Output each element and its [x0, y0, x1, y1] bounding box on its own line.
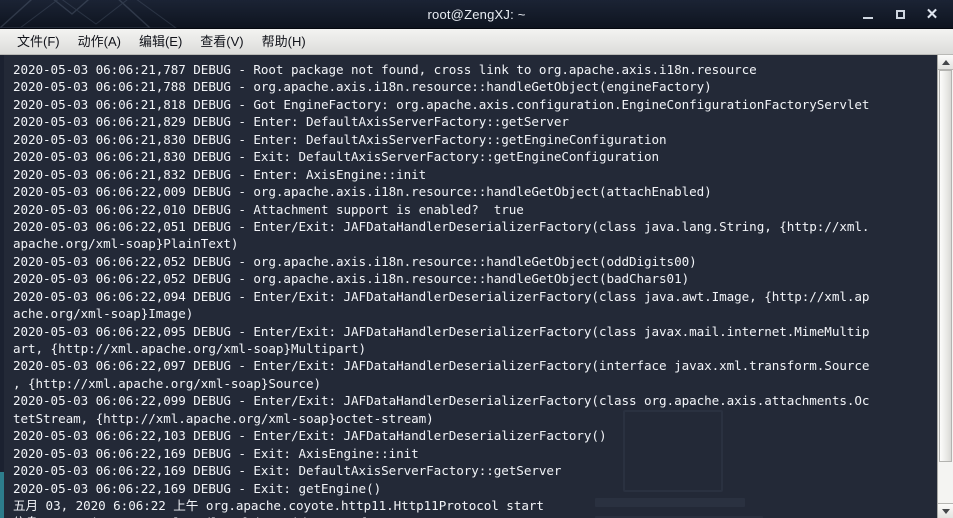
menu-item-edit[interactable]: 编辑(E) — [130, 33, 191, 50]
scrollbar-thumb[interactable] — [939, 70, 952, 462]
minimize-button[interactable] — [853, 1, 883, 27]
terminal-line: 2020-05-03 06:06:22,169 DEBUG - Exit: Ax… — [13, 445, 419, 461]
menu-item-view-label: 查看(V) — [200, 34, 244, 49]
window-title: root@ZengXJ: ~ — [427, 6, 526, 22]
terminal-line: tetStream, {http://xml.apache.org/xml-so… — [13, 410, 434, 426]
terminal-line: 五月 03, 2020 6:06:22 上午 org.apache.coyote… — [13, 497, 544, 513]
terminal-window: root@ZengXJ: ~ ✕ 文件(F) 动作(A) 编辑(E) 查看(V)… — [0, 0, 953, 518]
terminal-line: apache.org/xml-soap}PlainText) — [13, 236, 239, 252]
terminal-line: 2020-05-03 06:06:22,051 DEBUG - Enter/Ex… — [13, 218, 870, 234]
terminal-left-accent — [0, 472, 4, 518]
terminal-output-area[interactable]: 2020-05-03 06:06:21,787 DEBUG - Root pac… — [0, 55, 937, 518]
window-decoration-graphic — [0, 0, 177, 28]
terminal-line: ache.org/xml-soap}Image) — [13, 306, 194, 322]
title-bar[interactable]: root@ZengXJ: ~ ✕ — [0, 0, 953, 29]
menu-item-help-label: 帮助(H) — [261, 34, 306, 49]
chevron-down-icon — [941, 508, 950, 514]
close-icon: ✕ — [925, 5, 939, 23]
menu-item-file-label: 文件(F) — [17, 34, 60, 49]
terminal-line: 2020-05-03 06:06:21,787 DEBUG - Root pac… — [13, 62, 757, 77]
menu-item-file[interactable]: 文件(F) — [8, 33, 69, 50]
menu-item-view[interactable]: 查看(V) — [191, 33, 252, 50]
menu-item-actions-label: 动作(A) — [77, 34, 121, 49]
menu-item-actions[interactable]: 动作(A) — [69, 33, 130, 50]
maximize-icon — [895, 9, 905, 19]
terminal-line: , {http://xml.apache.org/xml-soap}Source… — [13, 375, 321, 391]
terminal-left-edge — [0, 55, 4, 518]
terminal-line: 2020-05-03 06:06:22,169 DEBUG - Exit: ge… — [13, 480, 382, 496]
terminal-line: 2020-05-03 06:06:21,830 DEBUG - Exit: De… — [13, 149, 660, 165]
terminal-line: art, {http://xml.apache.org/xml-soap}Mul… — [13, 341, 367, 356]
terminal-line: 2020-05-03 06:06:21,788 DEBUG - org.apac… — [13, 79, 712, 95]
terminal-line: 2020-05-03 06:06:22,052 DEBUG - org.apac… — [13, 253, 697, 269]
terminal-line: 信息: Starting ProtocolHandler ["http-bio-… — [13, 514, 937, 518]
terminal-scrollbar[interactable] — [937, 55, 953, 518]
chevron-up-icon — [941, 59, 950, 65]
scrollbar-down-button[interactable] — [938, 503, 953, 518]
terminal-log-lines: 2020-05-03 06:06:21,787 DEBUG - Root pac… — [13, 61, 937, 518]
terminal-line: 2020-05-03 06:06:21,832 DEBUG - Enter: A… — [13, 166, 427, 182]
maximize-button[interactable] — [885, 1, 915, 27]
terminal-line: 2020-05-03 06:06:22,052 DEBUG - org.apac… — [13, 271, 690, 287]
menu-item-edit-label: 编辑(E) — [138, 34, 183, 49]
terminal-line: 2020-05-03 06:06:21,818 DEBUG - Got Engi… — [13, 96, 870, 112]
terminal-line: 2020-05-03 06:06:22,099 DEBUG - Enter/Ex… — [13, 393, 870, 409]
menu-bar: 文件(F) 动作(A) 编辑(E) 查看(V) 帮助(H) — [0, 29, 953, 55]
terminal-line: 2020-05-03 06:06:22,095 DEBUG - Enter/Ex… — [13, 323, 870, 339]
scrollbar-up-button[interactable] — [938, 55, 953, 70]
window-controls: ✕ — [853, 0, 947, 28]
terminal-line: 2020-05-03 06:06:22,169 DEBUG - Exit: De… — [13, 463, 562, 479]
scrollbar-track[interactable] — [938, 70, 953, 503]
terminal-body: 2020-05-03 06:06:21,787 DEBUG - Root pac… — [0, 55, 953, 518]
terminal-line: 2020-05-03 06:06:22,009 DEBUG - org.apac… — [13, 184, 712, 200]
terminal-line: 2020-05-03 06:06:22,010 DEBUG - Attachme… — [13, 201, 524, 217]
terminal-line: 2020-05-03 06:06:21,830 DEBUG - Enter: D… — [13, 131, 667, 147]
minimize-icon — [863, 16, 873, 19]
terminal-line: 2020-05-03 06:06:22,094 DEBUG - Enter/Ex… — [13, 288, 870, 304]
terminal-line: 2020-05-03 06:06:22,103 DEBUG - Enter/Ex… — [13, 428, 607, 444]
terminal-line: 2020-05-03 06:06:21,829 DEBUG - Enter: D… — [13, 114, 569, 130]
menu-item-help[interactable]: 帮助(H) — [253, 33, 315, 50]
terminal-line: 2020-05-03 06:06:22,097 DEBUG - Enter/Ex… — [13, 358, 870, 374]
close-button[interactable]: ✕ — [917, 1, 947, 27]
